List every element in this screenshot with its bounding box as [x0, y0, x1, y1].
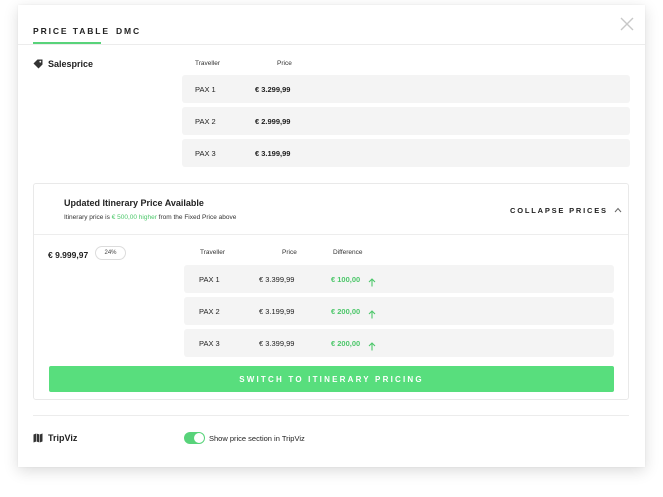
- updated-itinerary-panel: Updated Itinerary Price Available Itiner…: [33, 183, 629, 400]
- salesprice-row: PAX 2 € 2.999,99: [182, 107, 630, 135]
- collapse-prices-label: COLLAPSE PRICES: [510, 206, 608, 215]
- price-value: € 3.399,99: [259, 339, 295, 348]
- salesprice-row: PAX 3 € 3.199,99: [182, 139, 630, 167]
- active-tab-indicator: [33, 42, 101, 44]
- itinerary-row: PAX 3 € 3.399,99 € 200,00: [184, 329, 614, 357]
- update-subtitle-pre: Itinerary price is: [64, 214, 112, 221]
- tripviz-label-group: TripViz: [33, 433, 77, 443]
- section-divider: [33, 415, 629, 416]
- pax-label: PAX 3: [195, 149, 216, 158]
- price-value: € 3.199,99: [259, 307, 295, 316]
- update-header-traveller: Traveller: [200, 249, 226, 256]
- price-difference-highlight: € 500,00 higher: [111, 214, 157, 221]
- map-icon: [33, 433, 43, 443]
- price-value: € 3.199,99: [255, 149, 291, 158]
- salesprice-header-traveller: Traveller: [195, 60, 221, 67]
- salesprice-row: PAX 1 € 3.299,99: [182, 75, 630, 103]
- tab-bar: PRICE TABLE DMC: [18, 5, 645, 45]
- itinerary-row: PAX 2 € 3.199,99 € 200,00: [184, 297, 614, 325]
- tab-price-table[interactable]: PRICE TABLE: [33, 26, 110, 36]
- price-value: € 2.999,99: [255, 117, 291, 126]
- tab-dmc[interactable]: DMC: [116, 26, 141, 36]
- update-header-difference: Difference: [333, 249, 363, 256]
- price-value: € 3.399,99: [259, 275, 295, 284]
- salesprice-label-group: Salesprice: [33, 59, 93, 69]
- update-subtitle-post: from the Fixed Price above: [156, 214, 237, 221]
- difference-value: € 100,00: [331, 275, 361, 284]
- collapse-prices-button[interactable]: COLLAPSE PRICES: [510, 206, 622, 215]
- pax-label: PAX 3: [199, 339, 220, 348]
- chevron-up-icon: [614, 206, 622, 215]
- arrow-up-icon: [368, 338, 376, 351]
- toggle-knob: [194, 433, 204, 443]
- update-title: Updated Itinerary Price Available: [64, 198, 204, 208]
- percent-badge: 24%: [95, 246, 126, 260]
- price-value: € 3.299,99: [255, 85, 291, 94]
- pax-label: PAX 2: [199, 307, 220, 316]
- switch-to-itinerary-pricing-button[interactable]: SWITCH TO ITINERARY PRICING: [49, 366, 614, 392]
- update-header-price: Price: [282, 249, 297, 256]
- salesprice-label: Salesprice: [48, 59, 94, 69]
- pax-label: PAX 2: [195, 117, 216, 126]
- arrow-up-icon: [368, 306, 376, 319]
- difference-value: € 200,00: [331, 339, 361, 348]
- salesprice-header-price: Price: [277, 60, 292, 67]
- tripviz-label: TripViz: [48, 433, 78, 443]
- difference-value: € 200,00: [331, 307, 361, 316]
- close-icon[interactable]: [620, 17, 636, 33]
- pax-label: PAX 1: [199, 275, 220, 284]
- itinerary-row: PAX 1 € 3.399,99 € 100,00: [184, 265, 614, 293]
- toggle-label: Show price section in TripViz: [209, 434, 305, 443]
- price-modal: PRICE TABLE DMC Salesprice Traveller Pri…: [18, 5, 645, 467]
- panel-divider: [34, 234, 628, 235]
- arrow-up-icon: [368, 274, 376, 287]
- tag-icon: [33, 59, 43, 69]
- pax-label: PAX 1: [195, 85, 216, 94]
- update-subtitle: Itinerary price is € 500,00 higher from …: [64, 214, 236, 221]
- show-price-toggle[interactable]: [184, 432, 205, 444]
- itinerary-total: € 9.999,97: [48, 250, 89, 260]
